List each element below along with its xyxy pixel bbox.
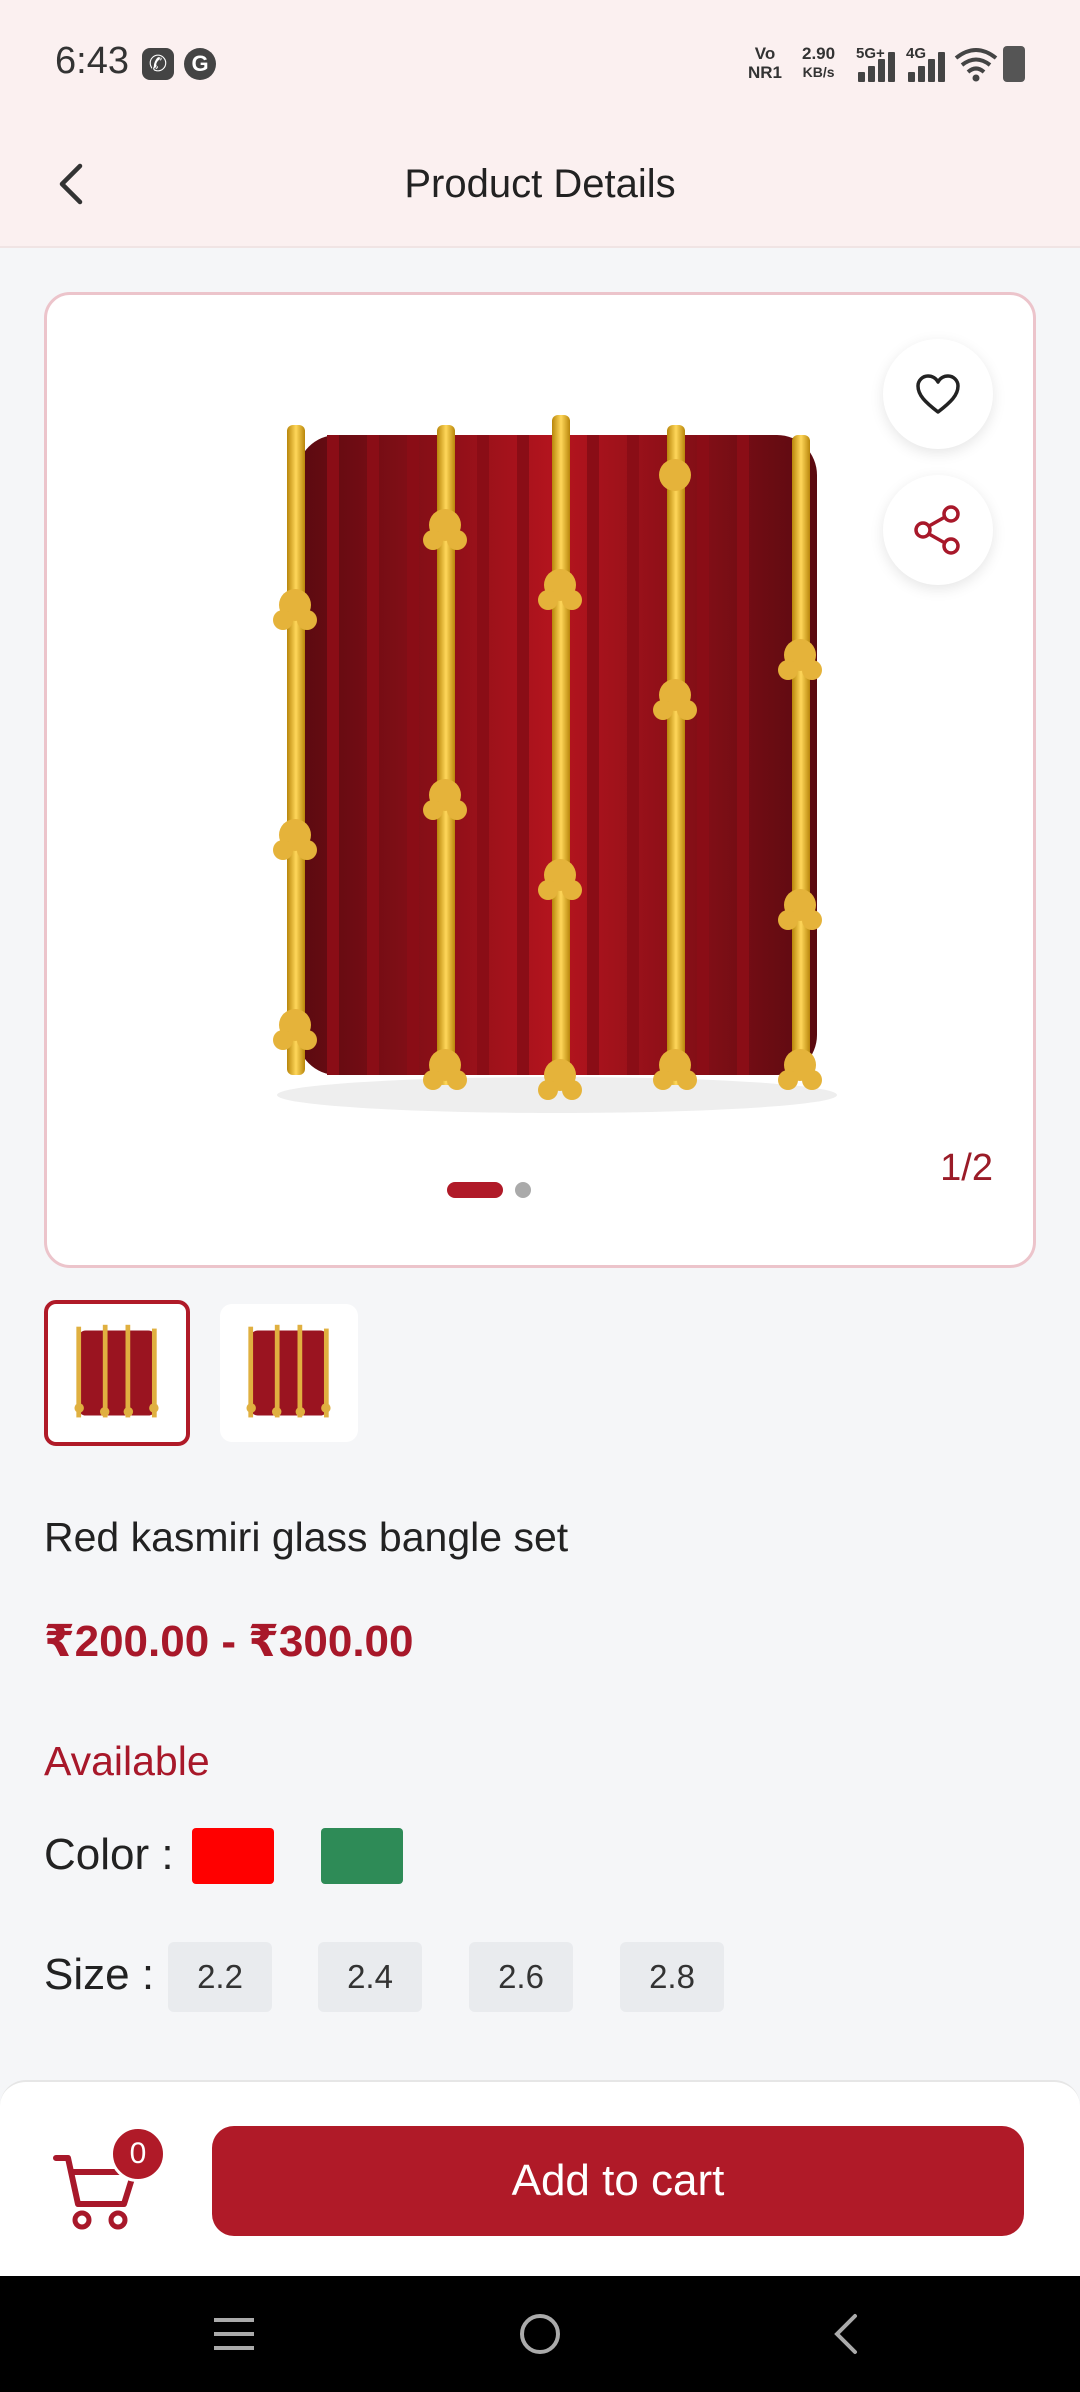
product-image-carousel[interactable]: 1/2 bbox=[44, 292, 1036, 1268]
color-swatch-red[interactable] bbox=[192, 1828, 274, 1884]
wishlist-button[interactable] bbox=[883, 339, 993, 449]
status-bar: 6:43 ✆ G Vo NR1 2.90 KB/s 5G+ 4G bbox=[0, 0, 1080, 130]
thumbnail-image bbox=[74, 1324, 159, 1418]
size-option[interactable]: 2.8 bbox=[620, 1942, 724, 2012]
cart-button[interactable]: 0 bbox=[50, 2126, 170, 2236]
product-price: ₹200.00 - ₹300.00 bbox=[44, 1617, 414, 1666]
nav-menu-button[interactable] bbox=[204, 2304, 264, 2364]
system-nav-bar bbox=[0, 2276, 1080, 2392]
wifi-icon bbox=[954, 48, 998, 82]
product-image bbox=[273, 415, 837, 1113]
carousel-indicator bbox=[447, 1181, 531, 1199]
network-speed: 2.90 KB/s bbox=[802, 44, 835, 82]
share-icon bbox=[914, 505, 960, 555]
app-header: Product Details bbox=[0, 130, 1080, 248]
volte-line1: Vo bbox=[754, 44, 776, 63]
size-option[interactable]: 2.4 bbox=[318, 1942, 422, 2012]
image-counter: 1/2 bbox=[940, 1147, 993, 1189]
status-time: 6:43 bbox=[55, 40, 129, 82]
size-option[interactable]: 2.2 bbox=[168, 1942, 272, 2012]
menu-icon bbox=[214, 2318, 254, 2350]
signal-icon-1 bbox=[858, 48, 898, 82]
nav-home-button[interactable] bbox=[510, 2304, 570, 2364]
size-option[interactable]: 2.6 bbox=[469, 1942, 573, 2012]
page-title: Product Details bbox=[404, 162, 676, 206]
speed-value: 2.90 bbox=[802, 44, 836, 63]
back-triangle-icon bbox=[834, 2314, 857, 2354]
bottom-action-bar: 0 Add to cart bbox=[0, 2080, 1080, 2276]
availability-status: Available bbox=[44, 1738, 210, 1784]
size-label: Size : bbox=[44, 1950, 155, 1999]
color-label: Color : bbox=[44, 1830, 174, 1879]
carousel-dot[interactable] bbox=[515, 1182, 531, 1198]
signal-icon-2 bbox=[908, 48, 948, 82]
thumbnail-image bbox=[246, 1324, 331, 1418]
cart-count-badge: 0 bbox=[110, 2126, 166, 2182]
thumbnail-2[interactable] bbox=[220, 1304, 358, 1442]
color-swatch-green[interactable] bbox=[321, 1828, 403, 1884]
product-name: Red kasmiri glass bangle set bbox=[44, 1514, 569, 1560]
thumbnail-1[interactable] bbox=[44, 1300, 190, 1446]
add-to-cart-button[interactable]: Add to cart bbox=[212, 2126, 1024, 2236]
phone-icon: ✆ bbox=[142, 48, 174, 80]
volte-line2: NR1 bbox=[748, 63, 783, 82]
home-icon bbox=[520, 2314, 560, 2354]
battery-icon bbox=[1003, 46, 1025, 82]
heart-icon bbox=[916, 374, 960, 414]
share-button[interactable] bbox=[883, 475, 993, 585]
google-icon: G bbox=[184, 48, 216, 80]
carousel-dot-active[interactable] bbox=[447, 1182, 503, 1198]
speed-unit: KB/s bbox=[802, 64, 835, 80]
volte-indicator: Vo NR1 bbox=[748, 44, 782, 82]
nav-back-button[interactable] bbox=[816, 2304, 876, 2364]
